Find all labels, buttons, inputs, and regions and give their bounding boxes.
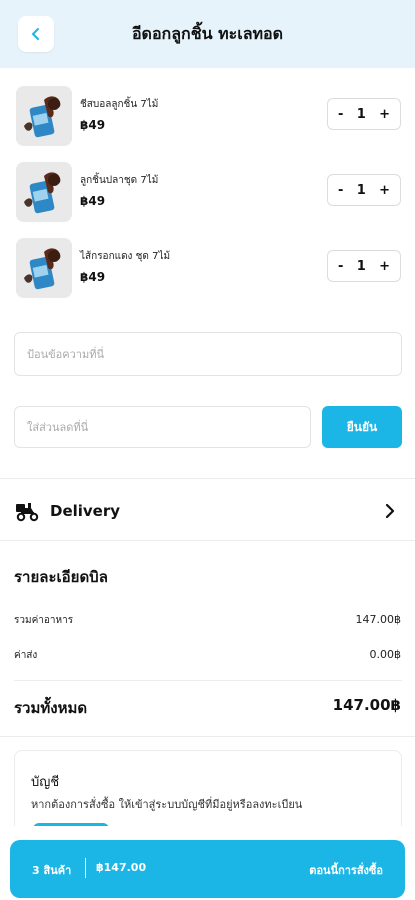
food-total-value: 147.00฿ — [355, 613, 402, 626]
delivery-option[interactable]: Delivery — [0, 490, 415, 534]
increase-button[interactable]: + — [379, 108, 390, 121]
cart-item: ชีสบอลลูกชิ้น 7ไม้ ฿49 - 1 + — [16, 86, 401, 148]
item-price: ฿49 — [80, 118, 106, 132]
increase-button[interactable]: + — [379, 184, 390, 197]
grand-total-label: รวมทั้งหมด — [14, 699, 88, 717]
food-total-label: รวมค่าอาหาร — [14, 615, 74, 626]
delivery-label: Delivery — [50, 502, 121, 520]
coupon-input[interactable]: ใส่ส่วนลดที่นี่ — [14, 406, 311, 448]
checkout-action-label: ตอนนี้การสั่งซื้อ — [309, 864, 383, 877]
account-title: บัญชี — [31, 775, 60, 790]
product-image — [16, 162, 72, 222]
app-header: อีดอกลูกชิ้น ทะเลทอด — [0, 0, 415, 68]
delivery-fee-value: 0.00฿ — [369, 648, 402, 661]
item-name: ไส้กรอกแดง ชุด 7ไม้ — [80, 251, 171, 262]
decrease-button[interactable]: - — [338, 260, 343, 273]
cart-count: 3 สินค้า — [32, 864, 72, 877]
quantity-stepper: - 1 + — [327, 250, 401, 282]
item-name: ชีสบอลลูกชิ้น 7ไม้ — [80, 99, 159, 110]
item-name: ลูกชิ้นปลาชุด 7ไม้ — [80, 175, 159, 186]
total-divider — [14, 680, 402, 681]
cart-total: ฿147.00 — [96, 861, 147, 874]
checkout-button[interactable]: 3 สินค้า ฿147.00 ตอนนี้การสั่งซื้อ — [10, 840, 405, 898]
product-image — [16, 238, 72, 298]
coupon-placeholder: ใส่ส่วนลดที่นี่ — [27, 421, 89, 434]
decrease-button[interactable]: - — [338, 108, 343, 121]
back-button[interactable] — [18, 16, 54, 52]
product-image — [16, 86, 72, 146]
page-title: อีดอกลูกชิ้น ทะเลทอด — [131, 23, 284, 43]
quantity-stepper: - 1 + — [327, 98, 401, 130]
delivery-bike-icon — [16, 503, 39, 522]
chevron-right-icon — [385, 503, 395, 519]
confirm-coupon-button[interactable]: ยืนยัน — [322, 406, 402, 448]
item-price: ฿49 — [80, 194, 106, 208]
cart-item: ลูกชิ้นปลาชุด 7ไม้ ฿49 - 1 + — [16, 162, 401, 224]
section-divider — [0, 736, 415, 737]
note-placeholder: ป้อนข้อความที่นี่ — [27, 348, 104, 361]
bill-title: รายละเอียดบิล — [14, 568, 108, 586]
quantity-value: 1 — [356, 258, 366, 274]
grand-total-value: 147.00฿ — [332, 696, 401, 714]
note-input[interactable]: ป้อนข้อความที่นี่ — [14, 332, 402, 376]
quantity-stepper: - 1 + — [327, 174, 401, 206]
chevron-left-icon — [32, 28, 39, 40]
decrease-button[interactable]: - — [338, 184, 343, 197]
increase-button[interactable]: + — [379, 260, 390, 273]
delivery-fee-label: ค่าส่ง — [14, 650, 38, 661]
section-divider — [0, 540, 415, 541]
account-description: หากต้องการสั่งซื้อ ให้เข้าสู่ระบบบัญชีที… — [31, 798, 303, 811]
section-divider — [0, 478, 415, 479]
checkout-separator — [85, 858, 86, 878]
quantity-value: 1 — [356, 182, 366, 198]
item-price: ฿49 — [80, 270, 106, 284]
quantity-value: 1 — [356, 106, 366, 122]
cart-item: ไส้กรอกแดง ชุด 7ไม้ ฿49 - 1 + — [16, 238, 401, 300]
